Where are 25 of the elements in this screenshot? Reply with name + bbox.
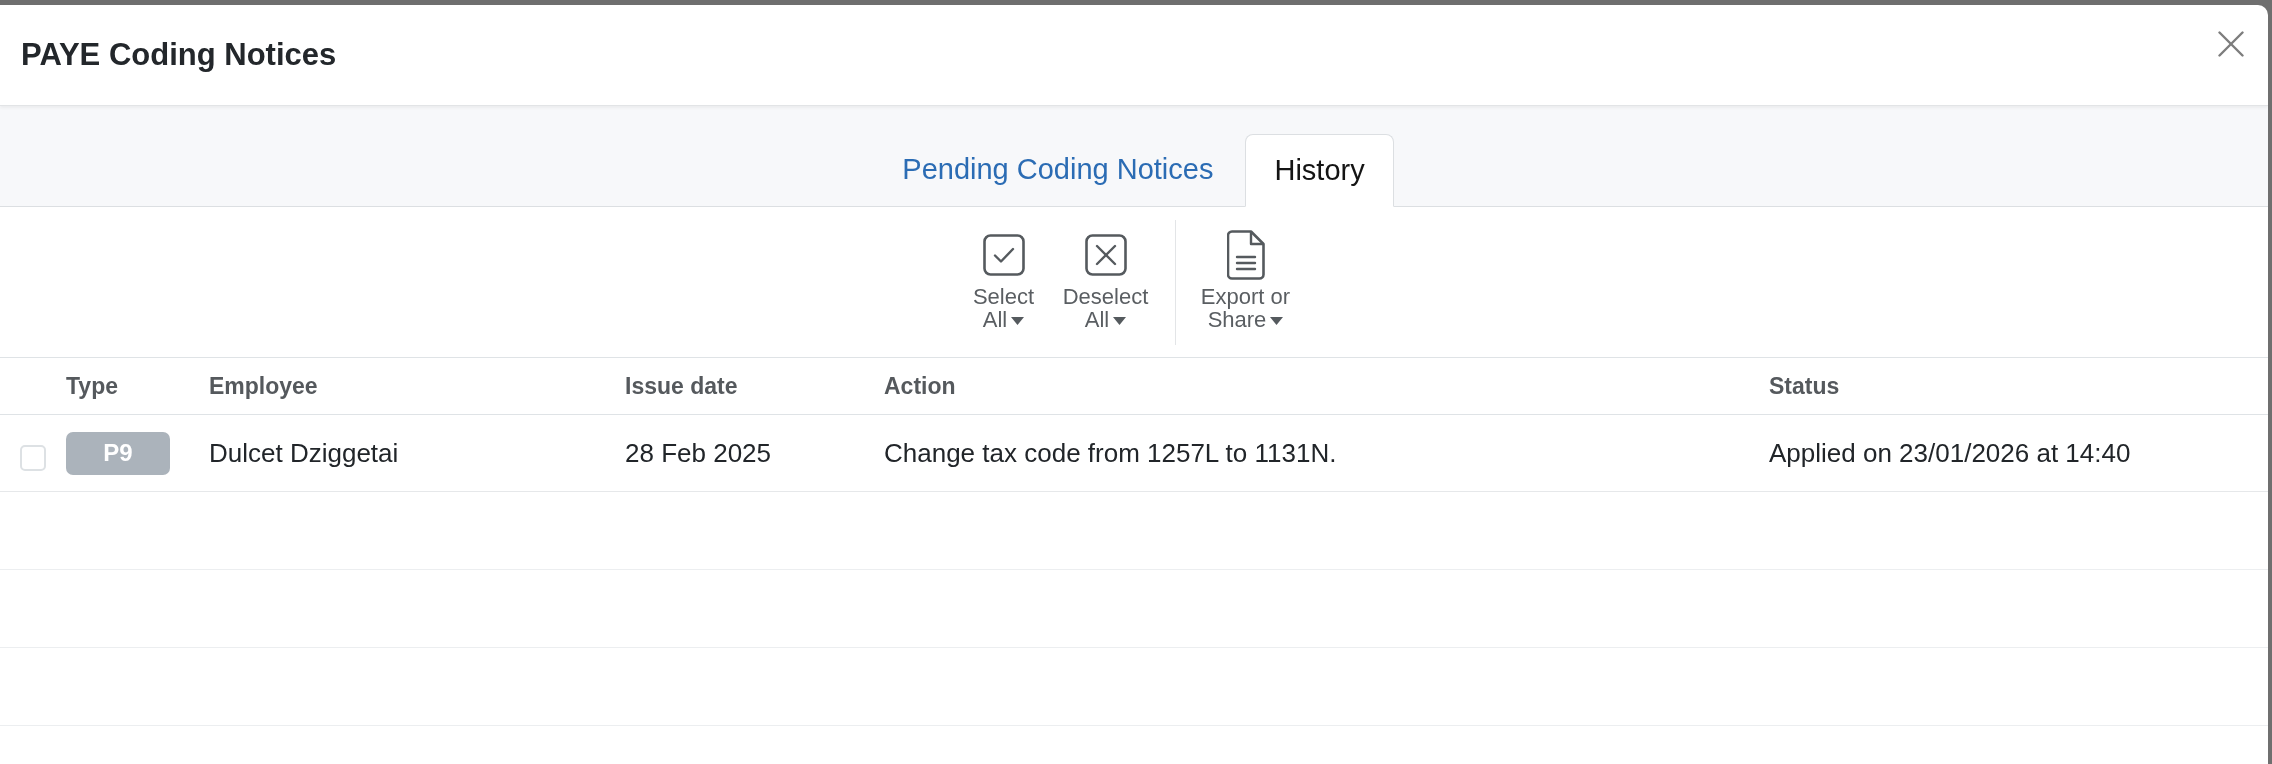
caret-icon <box>1270 317 1284 326</box>
close-button[interactable] <box>2218 31 2244 57</box>
type-badge: P9 <box>66 431 170 475</box>
select-all-button[interactable]: Select All <box>963 230 1044 331</box>
dialog-title: PAYE Coding Notices <box>21 37 337 73</box>
close-icon <box>2218 31 2244 57</box>
tab[interactable]: History <box>1245 134 1394 207</box>
checkbox-tick-icon <box>982 234 1025 276</box>
table-cell: 28 Feb 2025 <box>625 437 771 468</box>
deselect-all-button[interactable]: Deselect All <box>1055 230 1156 331</box>
document-icon <box>1226 230 1265 280</box>
table-cell: Dulcet Dziggetai <box>209 437 399 468</box>
caret-icon <box>1113 317 1127 326</box>
column-header: Issue date <box>625 372 738 399</box>
table-cell: Change tax code from 1257L to 1131N. <box>884 437 1337 468</box>
column-header: Employee <box>209 372 318 399</box>
column-header: Action <box>884 372 956 399</box>
column-header: Status <box>1769 372 1840 399</box>
tab[interactable]: Pending Coding Notices <box>880 134 1236 206</box>
row-checkbox[interactable] <box>20 445 46 471</box>
x-box-icon <box>1084 234 1127 276</box>
caret-icon <box>1011 317 1025 326</box>
column-header: Type <box>66 372 118 399</box>
table-cell: Applied on 23/01/2026 at 14:40 <box>1769 437 2131 468</box>
export-share-button[interactable]: Export or Share <box>1190 230 1301 331</box>
